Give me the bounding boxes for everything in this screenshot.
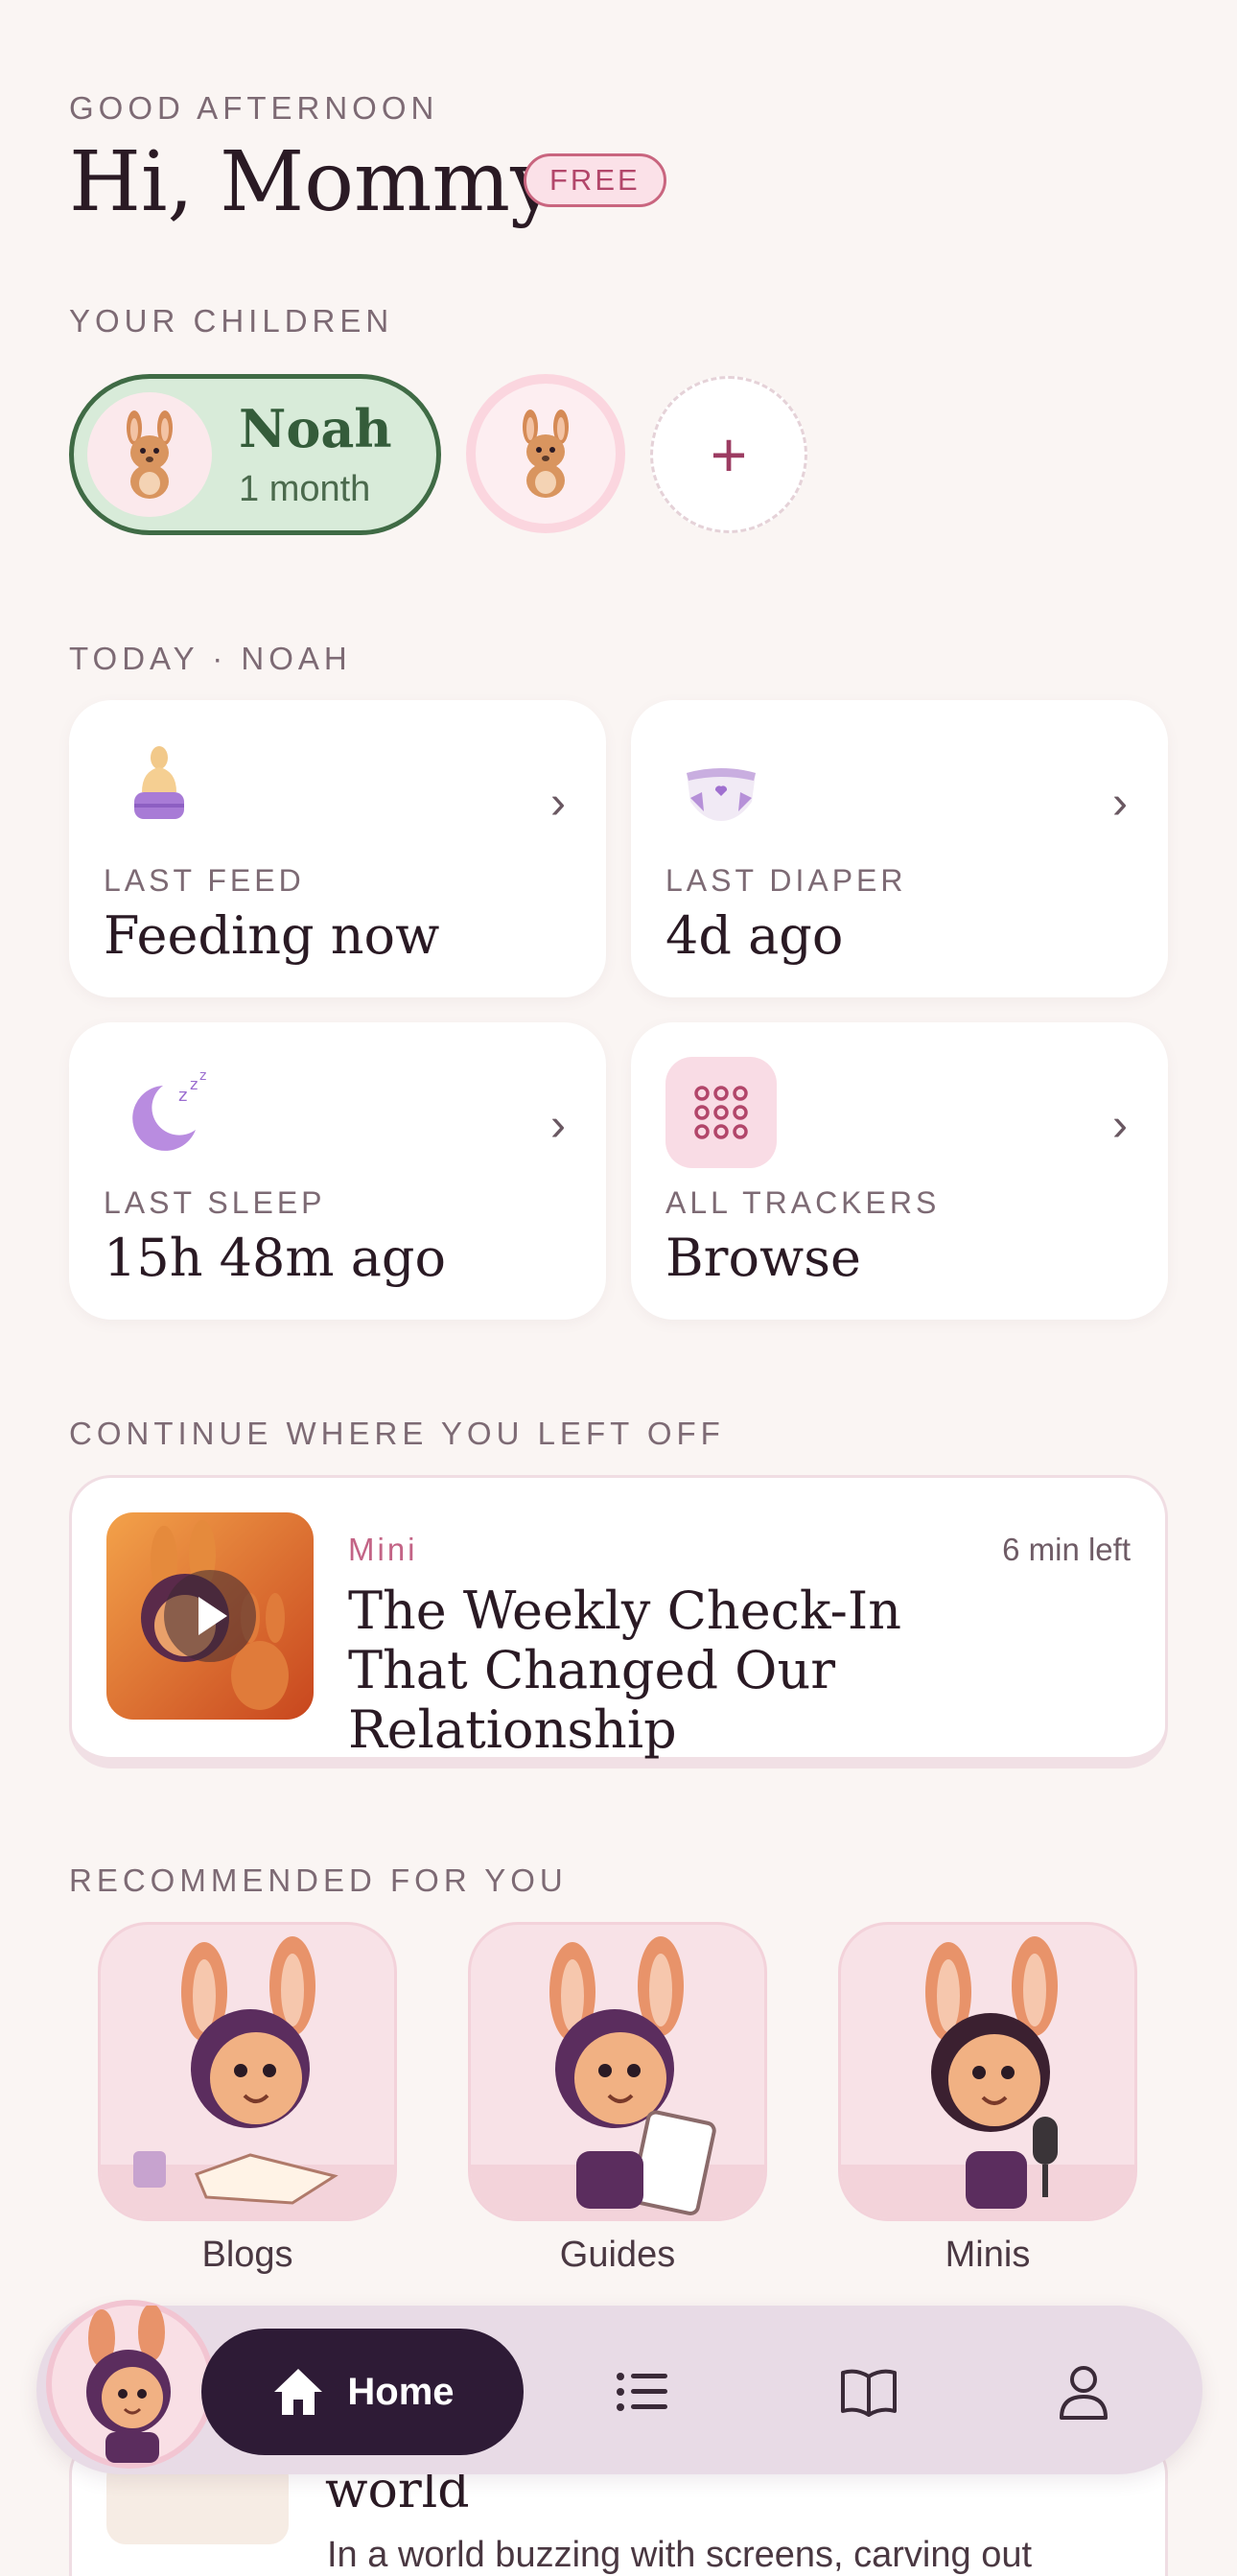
svg-text:z: z — [178, 1086, 187, 1106]
child-chip-noah[interactable]: Noah 1 month — [69, 374, 441, 535]
tile-last-diaper[interactable]: › LAST DIAPER 4d ago — [631, 700, 1168, 997]
recommended-section-label: RECOMMENDED FOR YOU — [69, 1862, 568, 1898]
tile-value: 4d ago — [665, 905, 844, 966]
nav-library-button[interactable] — [834, 2357, 903, 2426]
svg-text:z: z — [199, 1068, 206, 1084]
continue-thumbnail — [106, 1512, 314, 1720]
moon-icon: z z z — [132, 1068, 206, 1151]
svg-text:z: z — [190, 1075, 198, 1093]
greeting-text: GOOD AFTERNOON — [69, 90, 439, 126]
child-age: 1 month — [239, 469, 371, 509]
child-chip-second[interactable] — [466, 374, 625, 533]
tile-label: LAST SLEEP — [104, 1185, 326, 1220]
recommended-blogs[interactable]: Blogs — [98, 1922, 397, 2276]
nav-home-button[interactable]: Home — [201, 2329, 524, 2455]
guides-illustration — [468, 1922, 767, 2221]
content-type-tag: Mini — [348, 1532, 418, 1567]
continue-card[interactable]: Mini 6 min left The Weekly Check-In That… — [69, 1475, 1168, 1768]
plus-icon: + — [710, 419, 748, 490]
blogs-illustration — [98, 1922, 397, 2221]
diaper-icon — [687, 768, 756, 821]
recommended-label: Minis — [945, 2235, 1031, 2275]
tile-last-sleep[interactable]: z z z › LAST SLEEP 15h 48m ago — [69, 1022, 606, 1320]
person-icon — [1060, 2366, 1108, 2420]
plan-badge[interactable]: FREE — [524, 153, 666, 207]
minis-illustration — [838, 1922, 1137, 2221]
nav-profile-button[interactable] — [1049, 2357, 1118, 2426]
grid-icon — [665, 1057, 777, 1168]
children-section-label: YOUR CHILDREN — [69, 303, 394, 339]
bottle-icon — [134, 746, 184, 819]
time-left: 6 min left — [1002, 1532, 1131, 1567]
nav-home-label: Home — [347, 2370, 455, 2413]
recommended-label: Guides — [559, 2235, 676, 2275]
tile-value: Browse — [665, 1228, 861, 1288]
page-title: Hi, Mommy — [69, 134, 557, 230]
nav-list-button[interactable] — [608, 2357, 677, 2426]
tile-value: 15h 48m ago — [104, 1228, 447, 1288]
mascot-icon — [86, 2304, 171, 2463]
continue-title: The Weekly Check-In That Changed Our Rel… — [348, 1581, 902, 1760]
article-description: In a world buzzing with screens, carving… — [327, 2535, 1033, 2575]
kangaroo-avatar-icon — [87, 392, 212, 517]
tile-all-trackers[interactable]: › ALL TRACKERS Browse — [631, 1022, 1168, 1320]
chevron-right-icon: › — [550, 778, 566, 829]
recommended-minis[interactable]: Minis — [838, 1922, 1137, 2276]
list-icon — [617, 2373, 667, 2411]
child-name: Noah — [239, 398, 392, 459]
chevron-right-icon: › — [1112, 1100, 1128, 1151]
recommended-guides[interactable]: Guides — [468, 1922, 767, 2276]
add-child-button[interactable]: + — [650, 376, 807, 533]
tile-last-feed[interactable]: › LAST FEED Feeding now — [69, 700, 606, 997]
book-icon — [841, 2369, 897, 2417]
home-icon — [274, 2369, 323, 2415]
tile-label: ALL TRACKERS — [665, 1185, 941, 1220]
mascot-avatar-button[interactable] — [46, 2300, 215, 2469]
continue-section-label: CONTINUE WHERE YOU LEFT OFF — [69, 1416, 725, 1451]
chevron-right-icon: › — [1112, 778, 1128, 829]
tile-label: LAST DIAPER — [665, 863, 907, 898]
recommended-label: Blogs — [201, 2235, 293, 2275]
chevron-right-icon: › — [550, 1100, 566, 1151]
tile-label: LAST FEED — [104, 863, 305, 898]
today-section-label: TODAY · NOAH — [69, 641, 352, 676]
tile-value: Feeding now — [104, 905, 440, 966]
kangaroo-avatar-icon — [523, 410, 569, 498]
